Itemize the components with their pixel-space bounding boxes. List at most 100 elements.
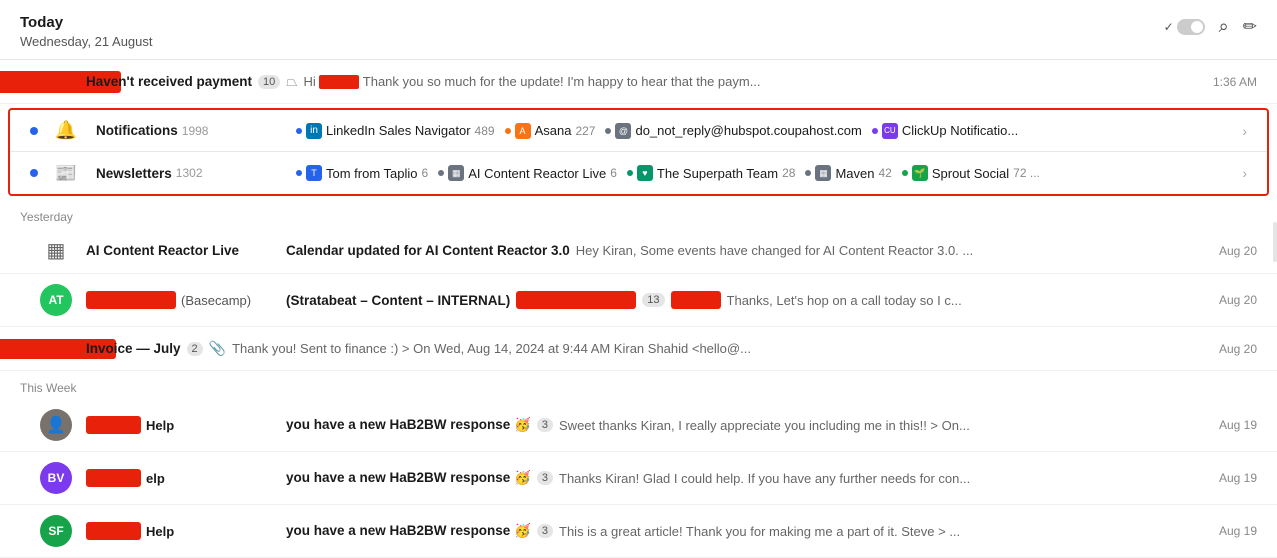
newsletter-count: 1302 bbox=[176, 166, 203, 180]
badge-y2: 13 bbox=[642, 293, 664, 307]
email-row-week-1[interactable]: 👤 Help you have a new HaB2BW response 🥳 … bbox=[0, 399, 1277, 452]
notifications-row[interactable]: 🔔 Notifications 1998 in LinkedIn Sales N… bbox=[10, 110, 1267, 152]
email-row-today-1[interactable]: Haven't received payment 10 ⏢ Hi Thank y… bbox=[0, 60, 1277, 104]
avatar-circle-w3: SF bbox=[40, 515, 72, 547]
message-area-y2: (Stratabeat – Content – INTERNAL) 13 Tha… bbox=[286, 291, 1209, 309]
newsletter-item-superpath: ♥ The Superpath Team 28 bbox=[627, 165, 796, 181]
msg-rect-y2 bbox=[516, 291, 636, 309]
maven-icon: ▦ bbox=[815, 165, 831, 181]
subject-w2: you have a new HaB2BW response 🥳 bbox=[286, 470, 531, 486]
compose-icon[interactable]: ✏ bbox=[1243, 17, 1257, 37]
header: Today Wednesday, 21 August ✓ ⌕ ✏ bbox=[0, 0, 1277, 60]
avatar-circle-w2: BV bbox=[40, 462, 72, 494]
badge: 10 bbox=[258, 75, 280, 89]
email-row-week-2[interactable]: BV elp you have a new HaB2BW response 🥳 … bbox=[0, 452, 1277, 505]
sender-rect-w1 bbox=[86, 416, 141, 434]
avatar-w2: BV bbox=[38, 462, 74, 494]
timestamp-y2: Aug 20 bbox=[1219, 293, 1257, 307]
subject-w1: you have a new HaB2BW response 🥳 bbox=[286, 417, 531, 433]
message-area-w3: you have a new HaB2BW response 🥳 3 This … bbox=[286, 523, 1209, 539]
sprout-count: 72 ... bbox=[1013, 166, 1040, 180]
avatar-circle-w1: 👤 bbox=[40, 409, 72, 441]
preview-y1: Hey Kiran, Some events have changed for … bbox=[576, 243, 973, 258]
sender-area-w3: Help bbox=[86, 522, 286, 540]
sender-suffix-y2: (Basecamp) bbox=[181, 293, 251, 308]
email-row-week-3[interactable]: SF Help you have a new HaB2BW response 🥳… bbox=[0, 505, 1277, 558]
this-week-label: This Week bbox=[0, 371, 1277, 399]
avatar-area bbox=[38, 71, 74, 93]
toggle-track[interactable] bbox=[1177, 19, 1205, 35]
badge-w3: 3 bbox=[537, 524, 553, 538]
email-row-yesterday-2[interactable]: AT (Basecamp) (Stratabeat – Content – IN… bbox=[0, 274, 1277, 327]
ai-name: AI Content Reactor Live bbox=[468, 166, 606, 181]
maven-count: 42 bbox=[878, 166, 891, 180]
newsletters-row[interactable]: 📰 Newsletters 1302 T Tom from Taplio 6 ▦… bbox=[10, 152, 1267, 194]
no-dot-y1 bbox=[20, 247, 28, 255]
sender-rect-y2 bbox=[86, 291, 176, 309]
notif-avatar: 🔔 bbox=[48, 120, 84, 141]
avatar-at: AT bbox=[38, 284, 74, 316]
avatar-w1: 👤 bbox=[38, 409, 74, 441]
scrollbar[interactable] bbox=[1273, 222, 1277, 262]
hubspot-name: do_not_reply@hubspot.coupahost.com bbox=[635, 123, 861, 138]
sender-y1: AI Content Reactor Live bbox=[86, 243, 239, 258]
unread-dot bbox=[30, 127, 38, 135]
no-dot-w3 bbox=[20, 527, 28, 535]
linkedin-dot bbox=[296, 128, 302, 134]
asana-name: Asana bbox=[535, 123, 572, 138]
search-icon[interactable]: ⌕ bbox=[1219, 16, 1229, 37]
notif-item-clickup: CU ClickUp Notificatio... bbox=[872, 123, 1018, 139]
avatar-ai: ▦ bbox=[38, 238, 74, 263]
sender-area-y2: (Basecamp) bbox=[86, 291, 286, 309]
notif-newsletters-group: 🔔 Notifications 1998 in LinkedIn Sales N… bbox=[8, 108, 1269, 196]
asana-dot bbox=[505, 128, 511, 134]
ai-count: 6 bbox=[610, 166, 617, 180]
message-area-w2: you have a new HaB2BW response 🥳 3 Thank… bbox=[286, 470, 1209, 486]
sender-label: Notifications bbox=[96, 123, 178, 138]
clickup-name: ClickUp Notificatio... bbox=[902, 123, 1018, 138]
preview-w1: Sweet thanks Kiran, I really appreciate … bbox=[559, 418, 970, 433]
newspaper-icon: 📰 bbox=[55, 163, 77, 184]
hubspot-dot bbox=[605, 128, 611, 134]
subject-y2: (Stratabeat – Content – INTERNAL) bbox=[286, 293, 510, 308]
email-row-yesterday-1[interactable]: ▦ AI Content Reactor Live Calendar updat… bbox=[0, 228, 1277, 274]
chevron-right-icon: › bbox=[1242, 123, 1247, 139]
sprout-name: Sprout Social bbox=[932, 166, 1009, 181]
sender-suffix-w1: Help bbox=[146, 418, 174, 433]
clickup-icon: CU bbox=[882, 123, 898, 139]
timestamp-w2: Aug 19 bbox=[1219, 471, 1257, 485]
header-left: Today Wednesday, 21 August bbox=[20, 14, 153, 49]
superpath-count: 28 bbox=[782, 166, 795, 180]
newsletter-item-ai: ▦ AI Content Reactor Live 6 bbox=[438, 165, 617, 181]
subject: Haven't received payment bbox=[86, 74, 252, 89]
preview-w2: Thanks Kiran! Glad I could help. If you … bbox=[559, 471, 970, 486]
superpath-name: The Superpath Team bbox=[657, 166, 778, 181]
newsletter-label: Newsletters bbox=[96, 166, 172, 181]
email-row-yesterday-3[interactable]: Invoice — July 2 📎 Thank you! Sent to fi… bbox=[0, 327, 1277, 371]
sender-area-y1: AI Content Reactor Live bbox=[86, 243, 286, 258]
message-area-y3: Invoice — July 2 📎 Thank you! Sent to fi… bbox=[86, 340, 1209, 357]
badge-w1: 3 bbox=[537, 418, 553, 432]
header-subtitle: Wednesday, 21 August bbox=[20, 34, 153, 49]
message-area: Haven't received payment 10 ⏢ Hi Thank y… bbox=[86, 73, 1203, 90]
timestamp-y1: Aug 20 bbox=[1219, 244, 1257, 258]
chevron-right-newsletters-icon: › bbox=[1242, 165, 1247, 181]
timestamp-w3: Aug 19 bbox=[1219, 524, 1257, 538]
asana-icon: A bbox=[515, 123, 531, 139]
linkedin-name: LinkedIn Sales Navigator bbox=[326, 123, 471, 138]
hubspot-icon: @ bbox=[615, 123, 631, 139]
maven-name: Maven bbox=[835, 166, 874, 181]
preview-y3: Thank you! Sent to finance :) > On Wed, … bbox=[232, 341, 751, 356]
yesterday-label: Yesterday bbox=[0, 200, 1277, 228]
avatar-y3 bbox=[38, 339, 74, 359]
header-title: Today bbox=[20, 14, 153, 32]
notif-item-asana: A Asana 227 bbox=[505, 123, 596, 139]
toggle-icon[interactable]: ✓ bbox=[1164, 19, 1205, 35]
sprout-icon: 🌱 bbox=[912, 165, 928, 181]
superpath-dot bbox=[627, 170, 633, 176]
message-area-w1: you have a new HaB2BW response 🥳 3 Sweet… bbox=[286, 417, 1209, 433]
timestamp-y3: Aug 20 bbox=[1219, 342, 1257, 356]
newsletter-item-sprout: 🌱 Sprout Social 72 ... bbox=[902, 165, 1040, 181]
asana-count: 227 bbox=[575, 124, 595, 138]
ai-icon: ▦ bbox=[448, 165, 464, 181]
